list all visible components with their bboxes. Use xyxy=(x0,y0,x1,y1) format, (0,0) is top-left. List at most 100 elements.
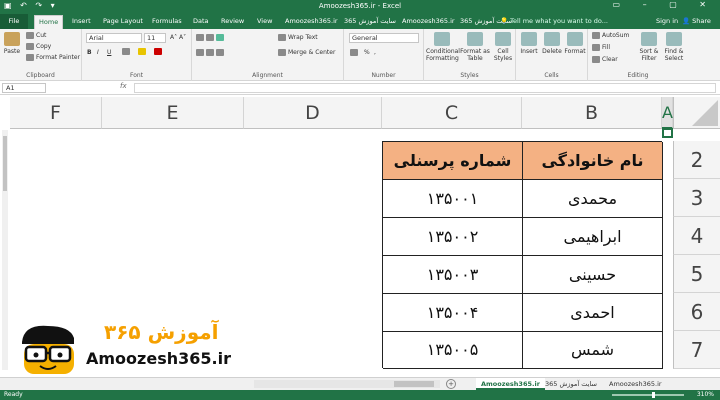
tab-custom-2[interactable]: سایت آموزش 365 xyxy=(340,15,400,29)
sheet-tab-3[interactable]: Amoozesh365.ir xyxy=(604,378,667,390)
font-size-select[interactable]: 11 xyxy=(144,33,166,43)
horizontal-scrollbar[interactable] xyxy=(254,380,440,388)
align-top-buttons[interactable] xyxy=(196,34,226,41)
eraser-icon xyxy=(592,56,600,63)
column-header-a[interactable]: A xyxy=(662,97,673,129)
autosum-button[interactable]: AutoSum xyxy=(592,32,629,39)
lightbulb-icon: 💡 xyxy=(500,17,509,25)
font-grow-shrink[interactable]: A˄ A˅ xyxy=(170,34,186,41)
horizontal-scroll-thumb[interactable] xyxy=(394,381,434,387)
row-header-3[interactable]: 3 xyxy=(673,179,720,217)
format-painter-button[interactable]: Format Painter xyxy=(26,54,80,61)
number-format-select[interactable]: General xyxy=(349,33,419,43)
fill-button[interactable]: Fill xyxy=(592,44,610,51)
row-header-4[interactable]: 4 xyxy=(673,217,720,255)
borders-button[interactable] xyxy=(122,48,132,55)
tab-formulas[interactable]: Formulas xyxy=(148,15,186,29)
conditional-formatting-button[interactable]: Conditional Formatting xyxy=(426,32,460,62)
sheet-tab-2[interactable]: سایت آموزش 365 xyxy=(540,378,602,390)
column-header-d[interactable]: D xyxy=(244,97,382,129)
table-cell-family[interactable]: ابراهیمی xyxy=(523,218,663,256)
group-label-editing: Editing xyxy=(627,72,649,79)
fx-icon[interactable]: fx xyxy=(120,82,127,90)
tab-custom-3[interactable]: Amoozesh365.ir xyxy=(398,15,459,29)
tab-data[interactable]: Data xyxy=(189,15,213,29)
sort-filter-label: Sort & Filter xyxy=(639,48,659,62)
cut-button[interactable]: Cut xyxy=(26,32,46,39)
table-cell-family[interactable]: شمس xyxy=(523,332,663,369)
font-name-select[interactable]: Arial xyxy=(86,33,142,43)
tab-file[interactable]: File xyxy=(0,14,28,29)
fill-color-button[interactable] xyxy=(138,48,148,55)
row-header-2[interactable]: 2 xyxy=(673,141,720,179)
font-color-button[interactable] xyxy=(154,48,164,55)
format-cells-button[interactable]: Format xyxy=(564,32,586,55)
tab-review[interactable]: Review xyxy=(217,15,248,29)
sign-in-link[interactable]: Sign in xyxy=(656,15,678,27)
add-sheet-button[interactable]: + xyxy=(446,379,456,389)
table-cell-family[interactable]: حسینی xyxy=(523,256,663,294)
table-cell-personnel[interactable]: ۱۳۵۰۰۵ xyxy=(383,332,523,369)
column-header-f[interactable]: F xyxy=(10,97,102,129)
find-select-button[interactable]: Find & Select xyxy=(662,32,686,62)
table-cell-personnel[interactable]: ۱۳۵۰۰۴ xyxy=(383,294,523,332)
copy-button[interactable]: Copy xyxy=(26,43,51,50)
zoom-level[interactable]: 310% xyxy=(697,390,714,400)
header-cell-family[interactable]: نام خانوادگی xyxy=(523,142,663,180)
insert-cells-button[interactable]: Insert xyxy=(519,32,539,55)
underline-button[interactable]: U xyxy=(107,49,111,56)
merge-center-label: Merge & Center xyxy=(288,49,336,56)
table-icon xyxy=(467,32,483,46)
table-cell-family[interactable]: احمدی xyxy=(523,294,663,332)
table-cell-personnel[interactable]: ۱۳۵۰۰۱ xyxy=(383,180,523,218)
vertical-scrollbar[interactable] xyxy=(2,130,8,370)
ribbon: Paste Cut Copy Format Painter Clipboard … xyxy=(0,29,720,81)
table-cell-personnel[interactable]: ۱۳۵۰۰۳ xyxy=(383,256,523,294)
tab-insert[interactable]: Insert xyxy=(68,15,95,29)
percent-button[interactable]: % xyxy=(364,49,370,56)
tab-home[interactable]: Home xyxy=(34,15,64,29)
header-cell-personnel[interactable]: شماره پرسنلی xyxy=(383,142,523,180)
tell-me-box[interactable]: 💡 Tell me what you want to do... xyxy=(500,15,608,27)
cell-styles-button[interactable]: Cell Styles xyxy=(492,32,514,62)
column-header-e[interactable]: E xyxy=(102,97,244,129)
clear-button[interactable]: Clear xyxy=(592,56,618,63)
paste-label: Paste xyxy=(3,48,21,55)
table-cell-personnel[interactable]: ۱۳۵۰۰۲ xyxy=(383,218,523,256)
copy-label: Copy xyxy=(36,43,52,50)
name-box[interactable]: A1 xyxy=(2,83,46,93)
delete-cells-button[interactable]: Delete xyxy=(541,32,563,55)
currency-button[interactable] xyxy=(350,49,360,56)
tab-view[interactable]: View xyxy=(253,15,276,29)
sort-filter-button[interactable]: Sort & Filter xyxy=(638,32,660,62)
share-button[interactable]: 👤 Share xyxy=(682,15,711,27)
italic-button[interactable]: I xyxy=(97,49,99,56)
align-horizontal-buttons[interactable] xyxy=(196,49,226,56)
zoom-slider[interactable] xyxy=(612,392,684,398)
bold-button[interactable]: B xyxy=(87,49,92,56)
row-header-5[interactable]: 5 xyxy=(673,255,720,293)
cell-styles-label: Cell Styles xyxy=(493,48,513,62)
zoom-slider-knob[interactable] xyxy=(652,392,655,398)
active-cell-a1[interactable] xyxy=(662,128,673,138)
tab-page-layout[interactable]: Page Layout xyxy=(99,15,147,29)
column-header-b[interactable]: B xyxy=(522,97,662,129)
format-as-table-button[interactable]: Format as Table xyxy=(460,32,490,62)
table-cell-family[interactable]: محمدی xyxy=(523,180,663,218)
autosum-label: AutoSum xyxy=(602,32,630,39)
formula-input[interactable] xyxy=(134,83,716,93)
select-all-corner[interactable] xyxy=(673,97,720,129)
window-controls[interactable]: ▭ – ▢ ✕ xyxy=(613,0,716,9)
vertical-scroll-thumb[interactable] xyxy=(3,136,7,191)
row-header-7[interactable]: 7 xyxy=(673,331,720,369)
sheet-tab-1[interactable]: Amoozesh365.ir xyxy=(476,378,545,390)
merge-center-button[interactable]: Merge & Center xyxy=(278,49,335,56)
tab-custom-1[interactable]: Amoozesh365.ir xyxy=(281,15,342,29)
conditional-formatting-label: Conditional Formatting xyxy=(426,48,460,62)
row-header-6[interactable]: 6 xyxy=(673,293,720,331)
comma-button[interactable]: , xyxy=(374,49,376,56)
paste-button[interactable]: Paste xyxy=(3,32,21,55)
align-center-icon xyxy=(206,49,214,56)
wrap-text-button[interactable]: Wrap Text xyxy=(278,34,318,41)
column-header-c[interactable]: C xyxy=(382,97,522,129)
